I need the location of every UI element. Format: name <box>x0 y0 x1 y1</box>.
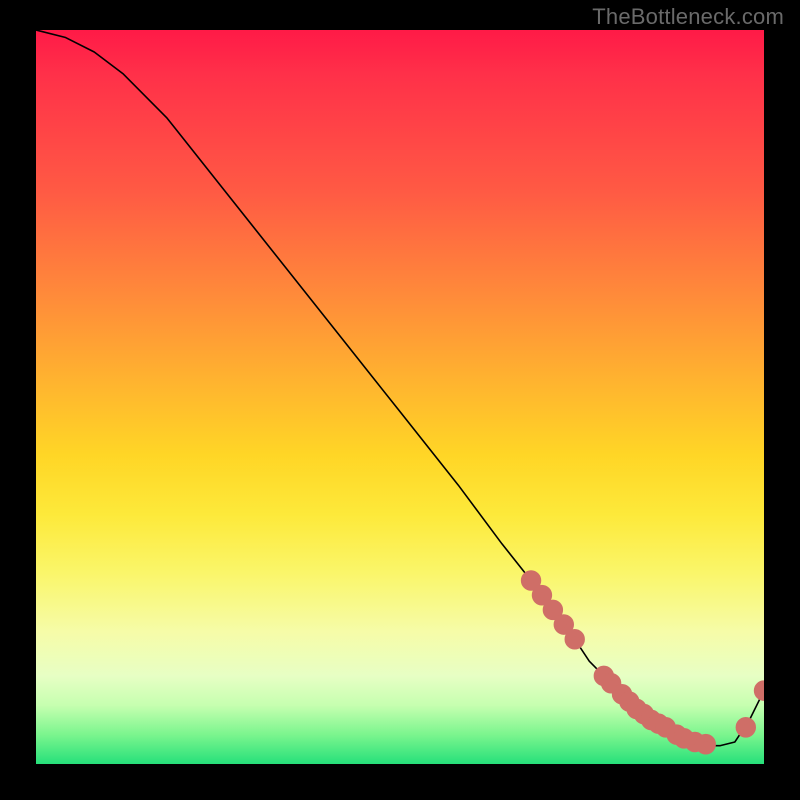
watermark-text: TheBottleneck.com <box>592 4 784 30</box>
data-dot <box>568 633 581 646</box>
data-dot <box>535 589 548 602</box>
data-dot <box>557 618 570 631</box>
data-dot <box>546 603 559 616</box>
plot-area <box>36 30 764 764</box>
data-dot <box>739 721 752 734</box>
curve-layer <box>36 30 764 764</box>
chart-frame: TheBottleneck.com <box>0 0 800 800</box>
dot-group <box>524 574 764 751</box>
data-dot <box>699 738 712 751</box>
data-dot <box>757 684 764 697</box>
data-dot <box>524 574 537 587</box>
bottleneck-curve <box>36 30 764 746</box>
